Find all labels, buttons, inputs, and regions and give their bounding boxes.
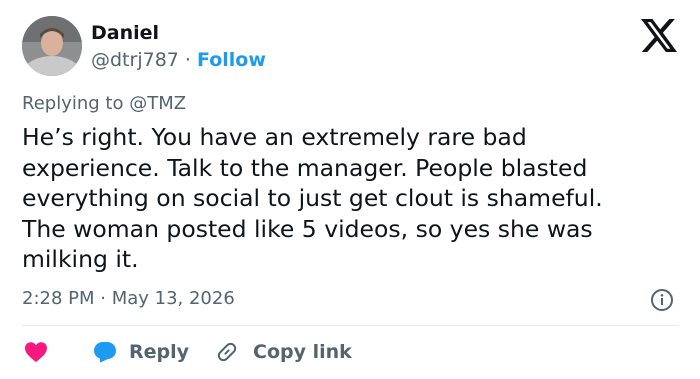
divider bbox=[22, 325, 678, 326]
timestamp[interactable]: 2:28 PM · May 13, 2026 bbox=[22, 287, 235, 311]
handle-row: @dtrj787 · Follow bbox=[91, 47, 266, 73]
avatar-image bbox=[22, 16, 82, 76]
heart-icon bbox=[25, 342, 47, 362]
action-bar: Reply Copy link bbox=[22, 337, 682, 367]
follow-button[interactable]: Follow bbox=[197, 49, 266, 71]
author-handle[interactable]: @dtrj787 bbox=[91, 49, 179, 71]
reply-button[interactable]: Reply bbox=[92, 337, 189, 367]
copy-link-label: Copy link bbox=[253, 341, 352, 363]
link-icon bbox=[217, 342, 237, 362]
tweet-line: everything on social to just get clout i… bbox=[22, 184, 603, 212]
copy-link-button[interactable]: Copy link bbox=[215, 337, 352, 367]
reply-context[interactable]: Replying to @TMZ bbox=[22, 92, 186, 116]
avatar[interactable] bbox=[22, 16, 82, 76]
reply-bubble-icon bbox=[94, 342, 116, 363]
handle-separator: · bbox=[184, 49, 191, 71]
tweet-text: He’s right. You have an extremely rare b… bbox=[22, 122, 682, 275]
tweet-line: The woman posted like 5 videos, so yes s… bbox=[22, 214, 593, 243]
like-button[interactable] bbox=[24, 337, 48, 367]
info-icon[interactable] bbox=[650, 288, 674, 312]
author-name[interactable]: Daniel bbox=[91, 20, 159, 46]
tweet-line: He’s right. You have an extremely rare b… bbox=[22, 123, 527, 151]
reply-label: Reply bbox=[129, 341, 190, 363]
x-logo-icon[interactable] bbox=[641, 19, 677, 52]
tweet-line: milking it. bbox=[22, 245, 139, 273]
tweet-line: experience. Talk to the manager. People … bbox=[22, 153, 588, 182]
